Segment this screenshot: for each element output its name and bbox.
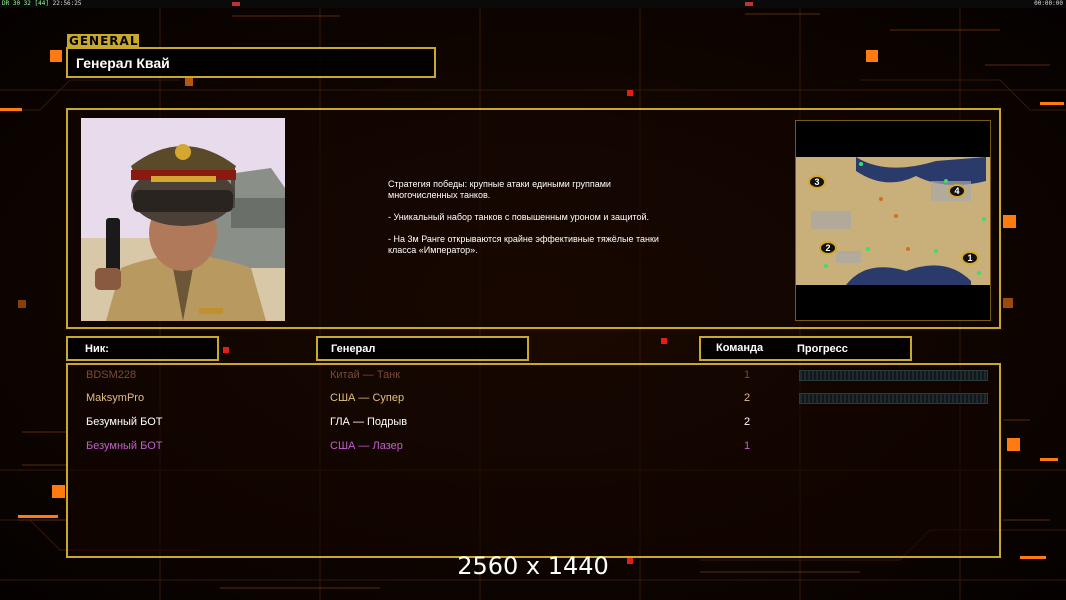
general-info-panel: Стратегия победы: крупные атаки едиными … [66,108,1001,329]
column-label-progress: Прогресс [797,343,848,355]
player-nick: MaksymPro [86,392,145,404]
player-general: США — Супер [330,392,405,404]
player-progress-bar [799,393,988,404]
player-nick: Безумный БОТ [86,416,163,428]
description-line: - Уникальный набор танков с повышенным у… [388,212,649,222]
fps-counter: DR 30 32 [2,0,31,7]
general-tag: GENERAL [67,34,139,48]
player-progress-bar [799,370,988,381]
map-preview: 3 4 2 1 [795,120,991,321]
general-portrait [81,118,285,321]
column-header-team-progress: Команда Прогресс [699,336,912,361]
column-label-nick: Ник: [85,343,109,355]
player-row[interactable]: Безумный БОТ США — Лазер 1 [68,438,999,454]
clock-left: 22:56:25 [52,0,82,7]
description-line: - На 3м Ранге открываются крайне эффекти… [388,234,659,255]
players-panel: BDSM228 Китай — Танк 1 MaksymPro США — С… [66,363,1001,558]
player-general: ГЛА — Подрыв [330,416,408,428]
player-general: США — Лазер [330,440,403,452]
player-team: 2 [744,392,751,404]
player-row[interactable]: BDSM228 Китай — Танк 1 [68,367,999,383]
column-label-general: Генерал [331,343,376,355]
general-description: Стратегия победы: крупные атаки едиными … [388,179,748,267]
start-position-2: 2 [819,241,837,255]
player-team: 2 [744,416,751,428]
player-nick: Безумный БОТ [86,440,163,452]
description-line: Стратегия победы: крупные атаки едиными … [388,179,611,200]
frame-counter: [44] [34,0,49,7]
resolution-label: 2560 x 1440 [457,552,609,580]
start-position-3: 3 [808,175,826,189]
general-name: Генерал Квай [76,55,170,71]
start-position-4: 4 [948,184,966,198]
column-header-nick: Ник: [66,336,219,361]
player-row[interactable]: MaksymPro США — Супер 2 [68,390,999,406]
start-position-1: 1 [961,251,979,265]
column-label-team: Команда [716,342,764,354]
column-header-general: Генерал [316,336,529,361]
status-marker [745,2,753,6]
status-marker [232,2,240,6]
player-team: 1 [744,369,751,381]
player-row[interactable]: Безумный БОТ ГЛА — Подрыв 2 [68,414,999,430]
clock-right: 00:00:00 [1034,0,1063,7]
general-name-panel: Генерал Квай [66,47,436,78]
player-general: Китай — Танк [330,369,401,381]
player-nick: BDSM228 [86,369,137,381]
player-team: 1 [744,440,751,452]
debug-status-bar: DR 30 32 [44] 22:56:25 00:00:00 [0,0,1066,8]
